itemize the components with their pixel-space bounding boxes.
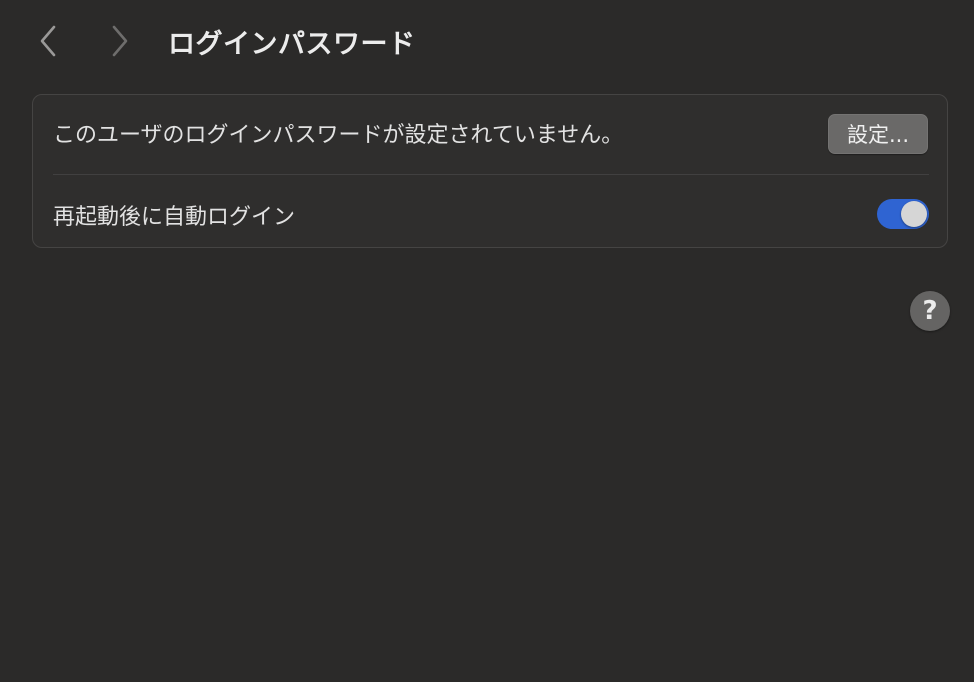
auto-login-row: 再起動後に自動ログイン [33, 175, 947, 249]
page-title: ログインパスワード [168, 29, 416, 60]
set-password-button[interactable]: 設定... [828, 114, 928, 154]
auto-login-label: 再起動後に自動ログイン [53, 205, 296, 230]
back-button[interactable] [34, 24, 62, 58]
forward-button[interactable] [106, 24, 134, 58]
settings-group: このユーザのログインパスワードが設定されていません。 設定... 再起動後に自動… [32, 94, 948, 248]
toolbar: ログインパスワード [0, 0, 974, 82]
chevron-right-icon [111, 25, 129, 57]
chevron-left-icon [39, 25, 57, 57]
password-status-label: このユーザのログインパスワードが設定されていません。 [53, 123, 624, 148]
auto-login-toggle[interactable] [877, 199, 929, 229]
password-row: このユーザのログインパスワードが設定されていません。 設定... [33, 95, 947, 173]
toggle-knob [901, 201, 927, 227]
help-button[interactable]: ? [910, 291, 950, 331]
help-icon: ? [922, 296, 938, 326]
